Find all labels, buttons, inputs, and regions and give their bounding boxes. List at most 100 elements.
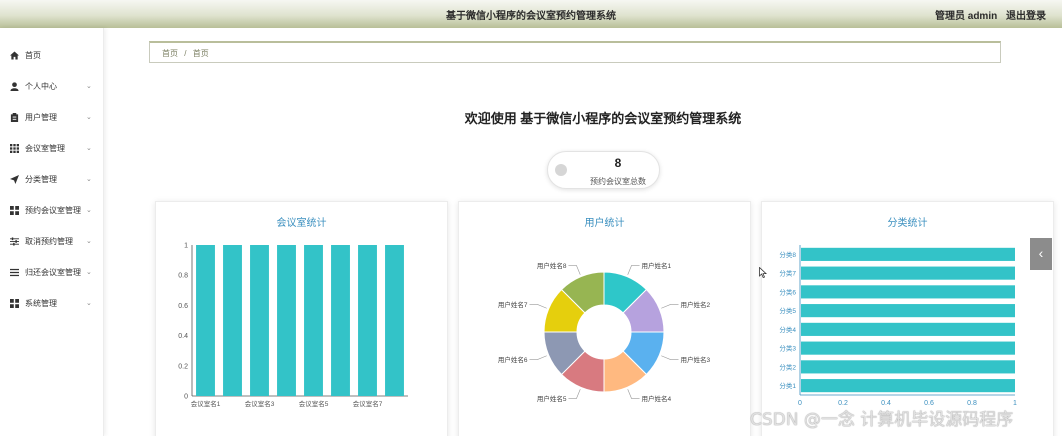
bar-会议室名2 — [223, 245, 242, 396]
category-stats-card: 分类统计 分类1 分类2 分类3 分类4 分类5 分类6 分类7 分类8 0 0.2 0.4 0.6 0… — [761, 201, 1054, 436]
room-stats-card: 会议室统计 0 0.2 0.4 0.6 0.8 1 会议室名1 会议室名3 会议室名5 会议室名7 — [155, 201, 448, 436]
slice-label: 用户姓名5 — [537, 394, 567, 403]
sidebar-item-bookings[interactable]: 预约会议室管理 ⌄ — [0, 195, 104, 225]
user-icon — [10, 81, 19, 91]
bar-分类6 — [801, 285, 1015, 299]
sidebar-item-categories[interactable]: 分类管理 ⌄ — [0, 164, 104, 194]
slice-leader-line — [661, 355, 679, 360]
slice-label: 用户姓名7 — [498, 300, 528, 309]
csdn-watermark: CSDN @一念 计算机毕设源码程序 — [750, 410, 1014, 430]
sliders-icon — [10, 236, 19, 246]
x-tick-label: 会议室名5 — [299, 399, 329, 408]
bar-会议室名5 — [304, 245, 323, 396]
breadcrumb-home-link[interactable]: 首页 — [162, 49, 178, 58]
collapse-panel-button[interactable]: ‹ — [1030, 238, 1052, 270]
mouse-cursor-icon — [759, 267, 767, 278]
sidebar-item-label: 个人中心 — [25, 81, 57, 91]
slice-label: 用户姓名6 — [498, 355, 528, 364]
sidebar-item-label: 取消预约管理 — [25, 236, 73, 246]
chevron-down-icon: ⌄ — [86, 269, 92, 276]
y-tick-label: 分类5 — [779, 306, 796, 315]
app-title: 基于微信小程序的会议室预约管理系统 — [446, 11, 616, 22]
sidebar-item-label: 系统管理 — [25, 298, 57, 308]
apps-icon — [10, 298, 19, 308]
sidebar-item-cancellations[interactable]: 取消预约管理 ⌄ — [0, 226, 104, 256]
y-tick-label: 1 — [184, 243, 188, 250]
bar-分类7 — [801, 266, 1015, 280]
bar-会议室名1 — [196, 245, 215, 396]
bar-会议室名4 — [277, 245, 296, 396]
chevron-down-icon: ⌄ — [86, 83, 92, 90]
room-stats-chart: 0 0.2 0.4 0.6 0.8 1 会议室名1 会议室名3 会议室名5 会议室名7 — [178, 243, 408, 408]
y-tick-label: 分类7 — [779, 269, 796, 278]
breadcrumb-current: 首页 — [192, 49, 209, 58]
list-icon — [10, 268, 19, 276]
y-tick-label: 0 — [184, 394, 188, 401]
y-tick-label: 分类4 — [779, 325, 796, 334]
slice-leader-line — [529, 355, 547, 360]
x-tick-label: 会议室名1 — [191, 399, 221, 408]
category-stats-chart: 分类1分类2分类3分类4分类5分类6分类7分类80 0.2 0.4 0.6 0.8 1 — [779, 245, 1017, 407]
slice-label: 用户姓名1 — [642, 261, 672, 270]
breadcrumb-separator: / — [184, 49, 187, 58]
sidebar-item-rooms[interactable]: 会议室管理 ⌄ — [0, 133, 104, 163]
slice-leader-line — [627, 265, 640, 275]
booking-total-stat: 8 预约会议室总数 — [547, 151, 660, 189]
bar-分类3 — [801, 341, 1015, 355]
y-tick-label: 分类3 — [779, 344, 796, 353]
send-icon — [10, 174, 19, 184]
stat-value: 8 — [614, 156, 622, 170]
x-tick-label: 1 — [1013, 400, 1017, 407]
bar-分类5 — [801, 304, 1015, 318]
sidebar-item-returns[interactable]: 归还会议室管理 ⌄ — [0, 257, 104, 287]
slice-label: 用户姓名8 — [537, 261, 567, 270]
grid-icon — [10, 143, 19, 153]
y-tick-label: 分类2 — [779, 362, 796, 371]
y-tick-label: 分类8 — [779, 250, 796, 259]
bar-分类1 — [801, 379, 1015, 393]
stat-dot-icon — [555, 164, 567, 176]
sidebar-item-label: 归还会议室管理 — [25, 267, 81, 277]
y-tick-label: 分类1 — [779, 381, 796, 390]
chevron-down-icon: ⌄ — [86, 207, 92, 214]
chevron-left-icon: ‹ — [1038, 245, 1044, 261]
y-tick-label: 分类6 — [779, 287, 796, 296]
y-tick-label: 0.8 — [178, 273, 188, 280]
admin-user-label[interactable]: 管理员 admin — [935, 11, 997, 22]
sidebar-item-label: 预约会议室管理 — [25, 205, 81, 215]
sidebar-item-profile[interactable]: 个人中心 ⌄ — [0, 71, 104, 101]
bar-分类8 — [801, 247, 1015, 261]
logout-button[interactable]: 退出登录 — [1006, 11, 1046, 22]
home-icon — [10, 50, 19, 60]
chevron-down-icon: ⌄ — [86, 300, 92, 307]
slice-leader-line — [568, 389, 581, 399]
slice-leader-line — [627, 389, 640, 399]
sidebar-item-system[interactable]: 系统管理 ⌄ — [0, 288, 104, 318]
chevron-down-icon: ⌄ — [86, 238, 92, 245]
slice-label: 用户姓名3 — [681, 355, 711, 364]
slice-label: 用户姓名2 — [681, 300, 711, 309]
top-header: 基于微信小程序的会议室预约管理系统 管理员 admin 退出登录 — [0, 0, 1062, 28]
sidebar: 首页 个人中心 ⌄ 用户管理 ⌄ 会议室管理 ⌄ 分类管理 ⌄ 预约会议室管理 … — [0, 28, 104, 436]
slice-label: 用户姓名4 — [642, 394, 672, 403]
sidebar-item-label: 首页 — [25, 50, 41, 60]
header-user-area: 管理员 admin 退出登录 — [929, 7, 1046, 22]
apps-icon — [10, 205, 19, 215]
y-tick-label: 0.6 — [178, 303, 188, 310]
bar-会议室名6 — [331, 245, 350, 396]
bar-分类2 — [801, 360, 1015, 374]
x-tick-label: 会议室名3 — [245, 399, 275, 408]
y-tick-label: 0.2 — [178, 363, 188, 370]
chevron-down-icon: ⌄ — [86, 176, 92, 183]
slice-leader-line — [529, 304, 547, 309]
slice-leader-line — [661, 304, 679, 309]
user-stats-chart: 用户姓名1 用户姓名2 用户姓名3 用户姓名4 用户姓名5 用户姓名6 用户姓名7 用户姓名8 — [498, 261, 711, 403]
sidebar-item-home[interactable]: 首页 — [0, 40, 104, 70]
stat-label: 预约会议室总数 — [590, 177, 646, 186]
y-tick-label: 0.4 — [178, 333, 188, 340]
breadcrumb: 首页 / 首页 — [149, 41, 1001, 63]
bar-会议室名3 — [250, 245, 269, 396]
bar-会议室名7 — [358, 245, 377, 396]
sidebar-item-label: 会议室管理 — [25, 143, 65, 153]
welcome-heading: 欢迎使用 基于微信小程序的会议室预约管理系统 — [464, 111, 742, 126]
